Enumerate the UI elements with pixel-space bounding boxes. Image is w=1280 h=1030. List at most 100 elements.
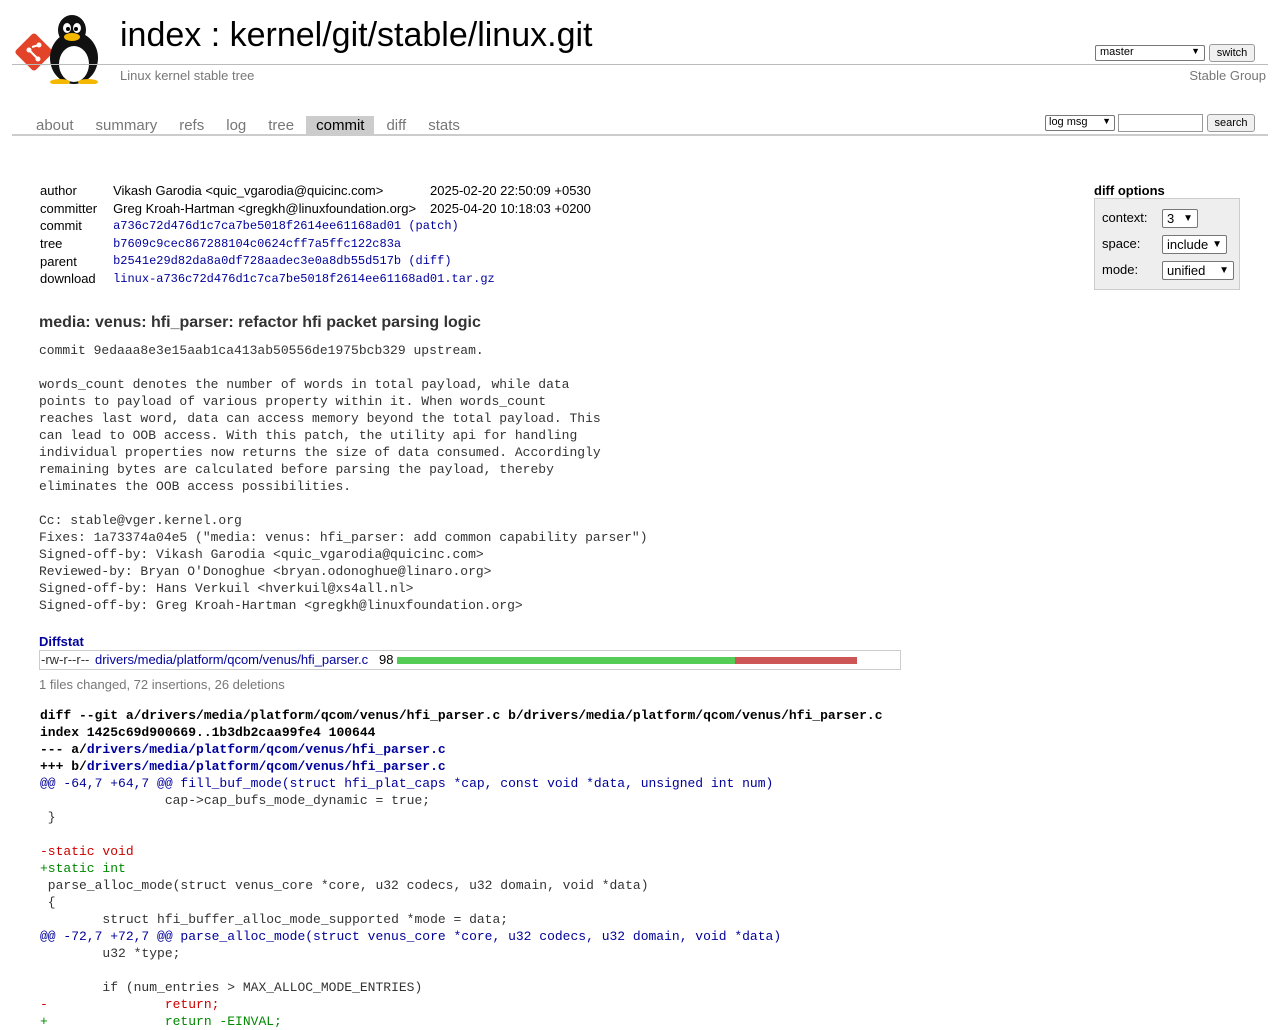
info-label: committer [40, 200, 98, 216]
info-label: parent [40, 253, 77, 269]
diff-line-ctx [40, 826, 883, 843]
diff-line-hdr: index 1425c69d900669..1b3db2caa99fe4 100… [40, 725, 376, 740]
tab-refs[interactable]: refs [169, 116, 214, 136]
file-mode: -rw-r--r-- [41, 652, 90, 667]
info-value: a736c72d476d1c7ca7be5018f2614ee61168ad01… [109, 217, 595, 235]
diff-line-hunk: @@ -72,7 +72,7 @@ parse_alloc_mode(struc… [40, 929, 782, 944]
title-separator: : [201, 16, 230, 54]
commit-info-row-author: author Vikash Garodia <quic_vgarodia@quic… [36, 182, 595, 200]
diff-line-hunk: @@ -64,7 +64,7 @@ fill_buf_mode(struct h… [40, 776, 774, 791]
diff-line-ctx: } [40, 810, 56, 825]
cgit-logo[interactable] [14, 12, 110, 85]
change-count: 98 [379, 652, 394, 667]
context-value: 3 [1167, 211, 1175, 226]
commit-info-row-download: download linux-a736c72d476d1c7ca7be5018f2… [36, 270, 595, 288]
commit-subject: media: venus: hfi_parser: refactor hfi p… [39, 314, 481, 331]
search-input[interactable] [1118, 114, 1203, 132]
index-link[interactable]: index [120, 16, 201, 54]
tab-about[interactable]: about [26, 116, 84, 136]
diff-line-hdr: +++ b/drivers/media/platform/qcom/venus/… [40, 758, 883, 775]
info-value: linux-a736c72d476d1c7ca7be5018f2614ee611… [109, 270, 595, 288]
chevron-down-icon: ▼ [1191, 46, 1200, 56]
diff-file-link[interactable]: drivers/media/platform/qcom/venus/hfi_pa… [87, 742, 446, 757]
search-type-value: log msg [1049, 116, 1088, 128]
commit-info-row-parent: parent b2541e29d82da8a0df728aadec3e0a8db5… [36, 252, 595, 270]
diffstat-row: -rw-r--r-- drivers/media/platform/qcom/v… [39, 650, 901, 670]
tree-hash-link[interactable]: b7609c9cec867288104c0624cff7a5ffc122c83a [113, 237, 401, 251]
info-value: Vikash Garodia <quic_vgarodia@quicinc.co… [113, 183, 384, 199]
commit-message: commit 9edaaa8e3e15aab1ca413ab50556de197… [39, 343, 648, 613]
repo-owner: Stable Group [1189, 68, 1266, 83]
diff-line-hdr: --- a/drivers/media/platform/qcom/venus/… [40, 741, 883, 758]
tab-diff[interactable]: diff [376, 116, 416, 136]
diff-line-add: + return -EINVAL; [40, 1014, 282, 1029]
chevron-down-icon: ▼ [1219, 265, 1229, 276]
diff-line-ctx: cap->cap_bufs_mode_dynamic = true; [40, 793, 431, 808]
diff-options-title: diff options [1094, 183, 1165, 198]
info-label: tree [40, 236, 63, 252]
nav-tabs: about summary refs log tree commit diff stats [26, 116, 472, 136]
commit-info-table: author Vikash Garodia <quic_vgarodia@quic… [36, 182, 595, 288]
diff-line-hdr: diff --git a/drivers/media/platform/qcom… [40, 708, 883, 723]
diff-line-ctx: struct hfi_buffer_alloc_mode_supported *… [40, 912, 509, 927]
repo-link[interactable]: kernel/git/stable/linux.git [230, 16, 593, 54]
deletions-bar [735, 657, 857, 664]
info-date: 2025-04-20 10:18:03 +0200 [430, 200, 591, 216]
tab-commit[interactable]: commit [306, 116, 375, 136]
diff-file-prefix: --- a/ [40, 742, 87, 757]
commit-info-row-commit: commit a736c72d476d1c7ca7be5018f2614ee611… [36, 217, 595, 235]
diffstat-summary: 1 files changed, 72 insertions, 26 delet… [39, 677, 285, 692]
commit-info-row-committer: committer Greg Kroah-Hartman <gregkh@linu… [36, 200, 595, 218]
diffstat-file-link[interactable]: drivers/media/platform/qcom/venus/hfi_pa… [95, 651, 368, 669]
parent-extra-link[interactable]: (diff) [408, 254, 451, 268]
switch-button[interactable]: switch [1209, 44, 1255, 62]
diff-line-del: -static void [40, 844, 134, 859]
mode-select[interactable]: unified ▼ [1162, 261, 1234, 280]
insertions-bar [397, 657, 735, 664]
mode-label: mode: [1102, 262, 1139, 277]
diff-line-ctx: if (num_entries > MAX_ALLOC_MODE_ENTRIES… [40, 980, 423, 995]
tab-log[interactable]: log [216, 116, 256, 136]
tab-tree[interactable]: tree [258, 116, 304, 136]
search-type-select[interactable]: log msg ▼ [1045, 115, 1115, 131]
branch-value: master [1100, 46, 1134, 58]
repo-description: Linux kernel stable tree [120, 68, 255, 83]
info-value: b2541e29d82da8a0df728aadec3e0a8db55d517b… [109, 252, 595, 270]
diff-line-ctx: { [40, 895, 56, 910]
tux-git-logo-icon [15, 15, 98, 85]
context-select[interactable]: 3 ▼ [1162, 209, 1198, 228]
page-title: index : kernel/git/stable/linux.git [120, 16, 593, 55]
diff-line-ctx [40, 962, 883, 979]
search-button[interactable]: search [1207, 114, 1255, 132]
space-select[interactable]: include ▼ [1162, 235, 1227, 254]
diff-line-add: +static int [40, 861, 126, 876]
tabs-divider [12, 134, 1268, 136]
diff-line-del: - return; [40, 997, 220, 1012]
context-label: context: [1102, 210, 1148, 225]
diff-options-panel: context: 3 ▼ space: include ▼ mode: unif… [1094, 198, 1240, 290]
commit-info-row-tree: tree b7609c9cec867288104c0624cff7a5ffc122… [36, 235, 595, 253]
change-bar [397, 657, 887, 664]
commit-extra-link[interactable]: (patch) [408, 219, 458, 233]
mode-value: unified [1167, 263, 1206, 278]
info-label: author [40, 183, 77, 199]
info-label: download [40, 271, 96, 287]
diff-file-link[interactable]: drivers/media/platform/qcom/venus/hfi_pa… [87, 759, 446, 774]
chevron-down-icon: ▼ [1212, 239, 1222, 250]
diff-body: diff --git a/drivers/media/platform/qcom… [40, 707, 883, 1030]
info-value: b7609c9cec867288104c0624cff7a5ffc122c83a [109, 235, 595, 253]
info-date: 2025-02-20 22:50:09 +0530 [430, 183, 591, 199]
parent-hash-link[interactable]: b2541e29d82da8a0df728aadec3e0a8db55d517b [113, 254, 401, 268]
branch-select[interactable]: master ▼ [1095, 45, 1205, 61]
chevron-down-icon: ▼ [1183, 213, 1193, 224]
download-hash-link[interactable]: linux-a736c72d476d1c7ca7be5018f2614ee611… [113, 272, 495, 286]
commit-hash-link[interactable]: a736c72d476d1c7ca7be5018f2614ee61168ad01 [113, 219, 401, 233]
diff-file-prefix: +++ b/ [40, 759, 87, 774]
space-value: include [1167, 237, 1209, 252]
tab-summary[interactable]: summary [86, 116, 168, 136]
tab-stats[interactable]: stats [418, 116, 470, 136]
info-value: Greg Kroah-Hartman <gregkh@linuxfoundati… [113, 200, 417, 216]
diffstat-link[interactable]: Diffstat [39, 634, 84, 649]
info-label: commit [40, 218, 82, 234]
header-divider [12, 64, 1268, 65]
